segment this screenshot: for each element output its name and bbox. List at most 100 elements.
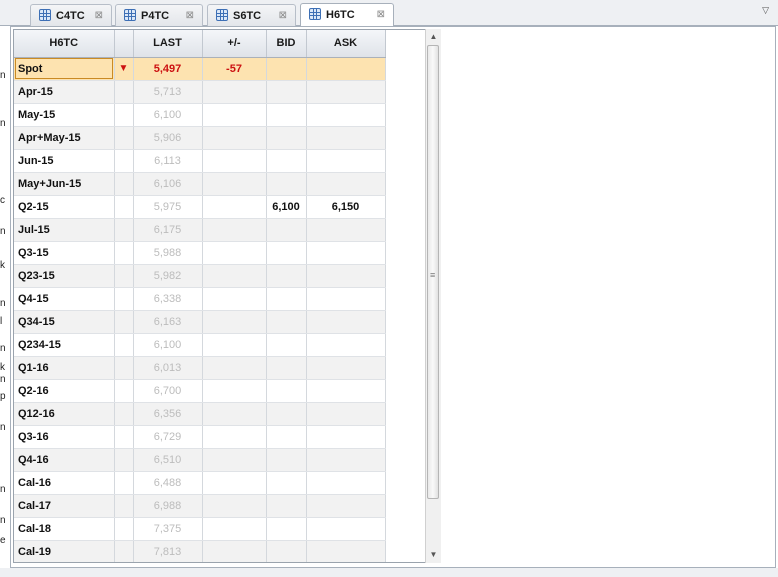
table-row[interactable]: Cal-17 6,988 <box>14 494 386 518</box>
ask-cell[interactable] <box>306 103 386 127</box>
change-cell[interactable] <box>202 356 267 380</box>
contract-cell[interactable]: Spot <box>14 57 115 81</box>
last-cell[interactable]: 6,163 <box>133 310 203 334</box>
last-cell[interactable]: 6,175 <box>133 218 203 242</box>
tab-h6tc[interactable]: H6TC ⊠ <box>300 3 394 27</box>
trend-cell[interactable] <box>114 287 134 311</box>
bid-cell[interactable] <box>266 241 307 265</box>
table-row[interactable]: Jul-15 6,175 <box>14 218 386 242</box>
ask-cell[interactable] <box>306 310 386 334</box>
change-cell[interactable] <box>202 287 267 311</box>
col-header-trend[interactable] <box>114 30 134 58</box>
table-row[interactable]: Q3-15 5,988 <box>14 241 386 265</box>
ask-cell[interactable] <box>306 517 386 541</box>
last-cell[interactable]: 6,113 <box>133 149 203 173</box>
close-icon[interactable]: ⊠ <box>95 10 103 21</box>
table-row[interactable]: Q2-16 6,700 <box>14 379 386 403</box>
change-cell[interactable] <box>202 218 267 242</box>
trend-cell[interactable] <box>114 471 134 495</box>
table-row[interactable]: Q23-15 5,982 <box>14 264 386 288</box>
last-cell[interactable]: 5,988 <box>133 241 203 265</box>
col-header-last[interactable]: LAST <box>133 30 203 58</box>
ask-cell[interactable] <box>306 425 386 449</box>
change-cell[interactable]: -57 <box>202 57 267 81</box>
change-cell[interactable] <box>202 264 267 288</box>
table-row[interactable]: May+Jun-15 6,106 <box>14 172 386 196</box>
change-cell[interactable] <box>202 126 267 150</box>
trend-cell[interactable] <box>114 402 134 426</box>
trend-cell[interactable] <box>114 103 134 127</box>
ask-cell[interactable] <box>306 471 386 495</box>
tab-p4tc[interactable]: P4TC ⊠ <box>115 4 203 26</box>
table-row[interactable]: Apr+May-15 5,906 <box>14 126 386 150</box>
trend-cell[interactable] <box>114 126 134 150</box>
last-cell[interactable]: 5,713 <box>133 80 203 104</box>
ask-cell[interactable] <box>306 172 386 196</box>
last-cell[interactable]: 6,106 <box>133 172 203 196</box>
trend-cell[interactable] <box>114 517 134 541</box>
col-header-bid[interactable]: BID <box>266 30 307 58</box>
table-row[interactable]: Q2-15 5,975 6,100 6,150 <box>14 195 386 219</box>
change-cell[interactable] <box>202 241 267 265</box>
bid-cell[interactable] <box>266 149 307 173</box>
bid-cell[interactable] <box>266 494 307 518</box>
bid-cell[interactable] <box>266 471 307 495</box>
contract-cell[interactable]: Q3-15 <box>14 241 115 265</box>
contract-cell[interactable]: Q3-16 <box>14 425 115 449</box>
contract-cell[interactable]: Cal-16 <box>14 471 115 495</box>
change-cell[interactable] <box>202 448 267 472</box>
trend-cell[interactable] <box>114 379 134 403</box>
table-row[interactable]: Q12-16 6,356 <box>14 402 386 426</box>
last-cell[interactable]: 6,100 <box>133 333 203 357</box>
contract-cell[interactable]: Q1-16 <box>14 356 115 380</box>
trend-cell[interactable] <box>114 448 134 472</box>
last-cell[interactable]: 6,510 <box>133 448 203 472</box>
down-arrow-icon[interactable]: ▼ <box>114 57 134 81</box>
bid-cell[interactable] <box>266 540 307 562</box>
contract-cell[interactable]: Jun-15 <box>14 149 115 173</box>
change-cell[interactable] <box>202 425 267 449</box>
contract-cell[interactable]: Cal-18 <box>14 517 115 541</box>
contract-cell[interactable]: Q2-16 <box>14 379 115 403</box>
change-cell[interactable] <box>202 80 267 104</box>
last-cell[interactable]: 6,488 <box>133 471 203 495</box>
bid-cell[interactable] <box>266 448 307 472</box>
trend-cell[interactable] <box>114 356 134 380</box>
trend-cell[interactable] <box>114 540 134 562</box>
scroll-down-icon[interactable]: ▼ <box>426 547 441 563</box>
trend-cell[interactable] <box>114 241 134 265</box>
contract-cell[interactable]: May+Jun-15 <box>14 172 115 196</box>
change-cell[interactable] <box>202 494 267 518</box>
bid-cell[interactable] <box>266 517 307 541</box>
last-cell[interactable]: 5,497 <box>133 57 203 81</box>
table-row[interactable]: Q234-15 6,100 <box>14 333 386 357</box>
last-cell[interactable]: 6,988 <box>133 494 203 518</box>
table-row[interactable]: Q4-16 6,510 <box>14 448 386 472</box>
last-cell[interactable]: 6,700 <box>133 379 203 403</box>
table-row[interactable]: Cal-19 7,813 <box>14 540 386 562</box>
trend-cell[interactable] <box>114 333 134 357</box>
ask-cell[interactable] <box>306 264 386 288</box>
change-cell[interactable] <box>202 517 267 541</box>
table-row[interactable]: Spot ▼ 5,497 -57 <box>14 57 386 81</box>
bid-cell[interactable] <box>266 126 307 150</box>
table-row[interactable]: Jun-15 6,113 <box>14 149 386 173</box>
ask-cell[interactable] <box>306 80 386 104</box>
last-cell[interactable]: 7,813 <box>133 540 203 562</box>
bid-cell[interactable] <box>266 402 307 426</box>
table-row[interactable]: Apr-15 5,713 <box>14 80 386 104</box>
change-cell[interactable] <box>202 195 267 219</box>
bid-cell[interactable] <box>266 356 307 380</box>
scroll-up-icon[interactable]: ▲ <box>426 29 441 45</box>
last-cell[interactable]: 6,338 <box>133 287 203 311</box>
bid-cell[interactable] <box>266 333 307 357</box>
ask-cell[interactable] <box>306 540 386 562</box>
col-header-change[interactable]: +/- <box>202 30 267 58</box>
table-row[interactable]: May-15 6,100 <box>14 103 386 127</box>
bid-cell[interactable] <box>266 379 307 403</box>
ask-cell[interactable]: 6,150 <box>306 195 386 219</box>
trend-cell[interactable] <box>114 264 134 288</box>
change-cell[interactable] <box>202 379 267 403</box>
col-header-contract[interactable]: H6TC <box>14 30 115 58</box>
ask-cell[interactable] <box>306 448 386 472</box>
